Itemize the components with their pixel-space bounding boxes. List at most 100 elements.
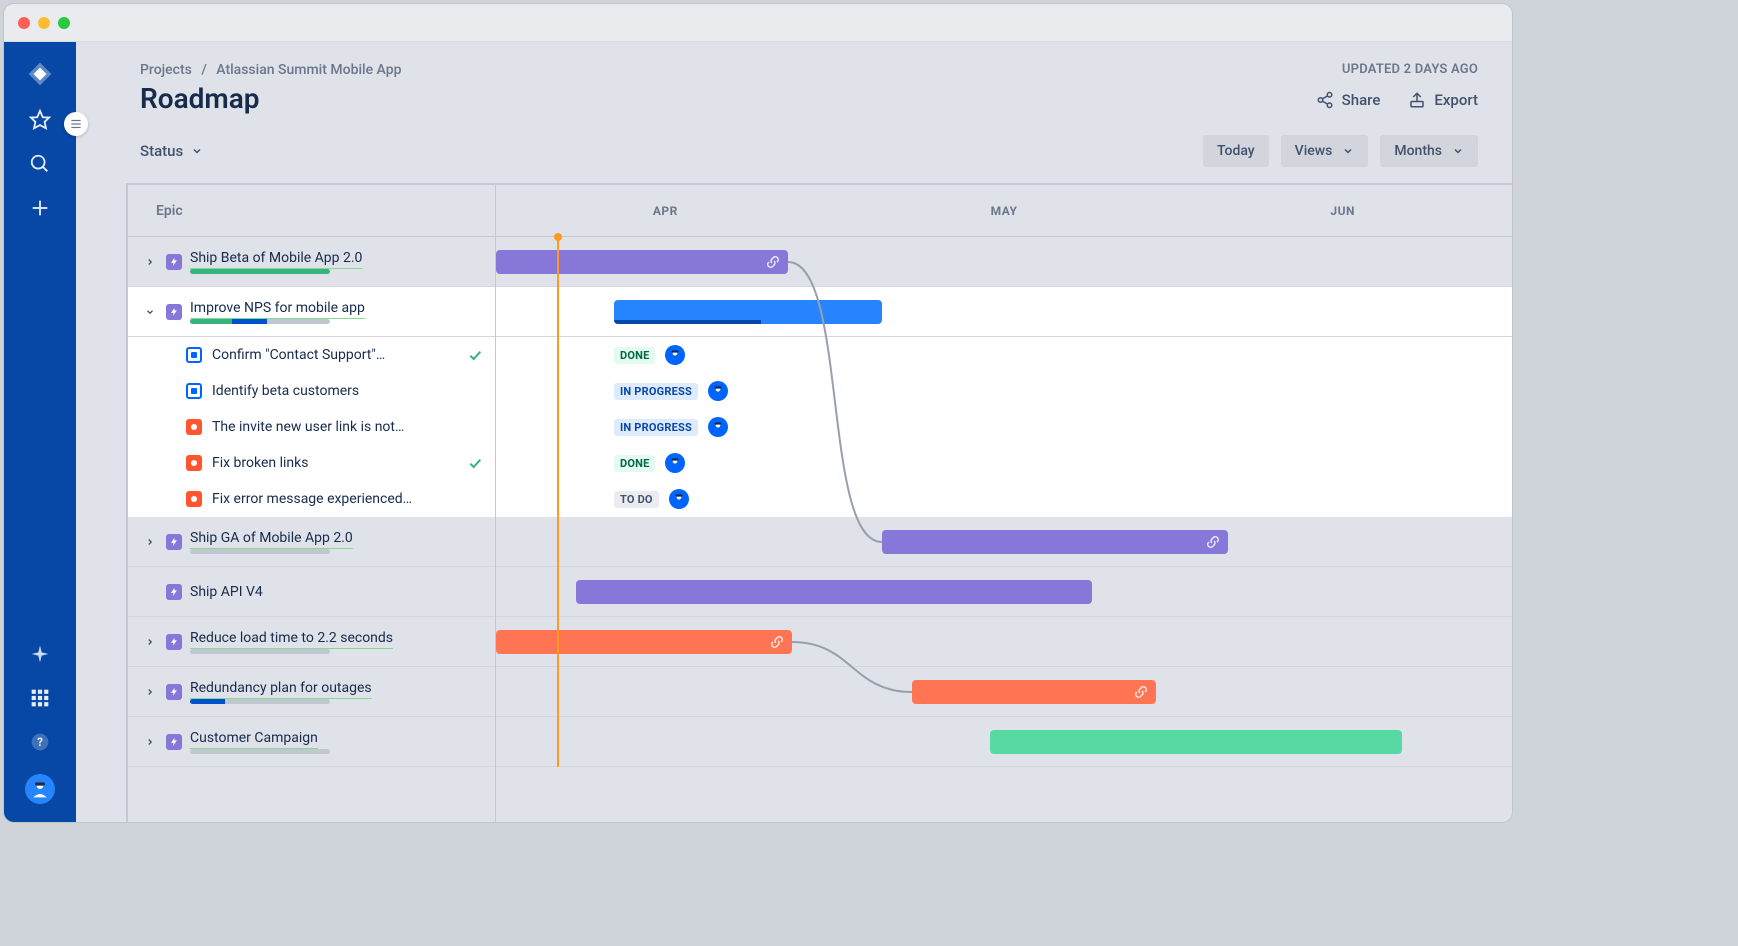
- assignee-avatar[interactable]: [669, 489, 689, 509]
- task-row[interactable]: Identify beta customers: [128, 373, 495, 409]
- timeline-lane[interactable]: [496, 717, 1512, 767]
- task-lane: IN PROGRESS: [496, 373, 1512, 409]
- epic-progress: [190, 649, 330, 654]
- window-minimize[interactable]: [38, 17, 50, 29]
- epic-progress: [190, 699, 330, 704]
- task-lane: DONE: [496, 337, 1512, 373]
- profile-avatar[interactable]: [25, 774, 55, 804]
- export-button[interactable]: Export: [1408, 91, 1478, 109]
- link-icon: [1134, 685, 1148, 699]
- status-filter[interactable]: Status: [140, 142, 203, 160]
- epic-row[interactable]: Improve NPS for mobile app: [128, 287, 495, 337]
- story-icon: [186, 347, 202, 363]
- timeline[interactable]: APRMAYJUN DONE IN PROGRESS IN PROGRESS DONE…: [496, 185, 1512, 822]
- expand-toggle[interactable]: [142, 737, 158, 747]
- task-lane: IN PROGRESS: [496, 409, 1512, 445]
- month-header: MAY: [835, 185, 1174, 236]
- task-row[interactable]: The invite new user link is not…: [128, 409, 495, 445]
- epic-progress: [190, 319, 330, 324]
- collapse-sidebar-button[interactable]: [64, 112, 88, 136]
- link-icon: [770, 635, 784, 649]
- main-content: Projects / Atlassian Summit Mobile App R…: [76, 42, 1512, 822]
- task-title: Fix broken links: [212, 455, 457, 471]
- expand-toggle[interactable]: [142, 687, 158, 697]
- done-check-icon: [467, 455, 483, 471]
- range-dropdown[interactable]: Months: [1380, 135, 1478, 167]
- help-icon[interactable]: ?: [28, 730, 52, 754]
- expand-toggle[interactable]: [142, 537, 158, 547]
- timeline-lane[interactable]: [496, 667, 1512, 717]
- epic-bar[interactable]: [990, 730, 1402, 754]
- timeline-lane[interactable]: [496, 287, 1512, 337]
- global-sidebar: ?: [4, 42, 76, 822]
- task-row[interactable]: Fix broken links: [128, 445, 495, 481]
- epic-bar[interactable]: [882, 530, 1228, 554]
- epic-row[interactable]: Redundancy plan for outages: [128, 667, 495, 717]
- epic-column: Epic Ship Beta of Mobile App 2.0Improve …: [128, 185, 496, 822]
- app-window: ? Projects / Atlassian Summit Mobile App: [4, 4, 1512, 822]
- epic-title: Customer Campaign: [190, 730, 483, 746]
- roadmap-grid: Epic Ship Beta of Mobile App 2.0Improve …: [126, 183, 1512, 822]
- timeline-lane[interactable]: [496, 567, 1512, 617]
- app-switcher-icon[interactable]: [28, 686, 52, 710]
- timeline-lane[interactable]: [496, 617, 1512, 667]
- search-icon[interactable]: [28, 152, 52, 176]
- epic-progress: [190, 549, 330, 554]
- epic-bar[interactable]: [912, 680, 1156, 704]
- epic-bar[interactable]: [496, 250, 788, 274]
- share-button[interactable]: Share: [1316, 91, 1381, 109]
- bug-icon: [186, 419, 202, 435]
- epic-type-icon: [166, 534, 182, 550]
- today-marker: [557, 237, 559, 767]
- breadcrumb-project[interactable]: Atlassian Summit Mobile App: [216, 62, 401, 78]
- expand-toggle[interactable]: [142, 307, 158, 317]
- epic-type-icon: [166, 304, 182, 320]
- bug-icon: [186, 455, 202, 471]
- expand-toggle[interactable]: [142, 637, 158, 647]
- window-close[interactable]: [18, 17, 30, 29]
- star-icon[interactable]: [28, 108, 52, 132]
- views-dropdown[interactable]: Views: [1281, 135, 1369, 167]
- page-title: Roadmap: [140, 82, 401, 115]
- assignee-avatar[interactable]: [708, 417, 728, 437]
- titlebar: [4, 4, 1512, 42]
- epic-row[interactable]: Ship GA of Mobile App 2.0: [128, 517, 495, 567]
- epic-row[interactable]: Ship API V4: [128, 567, 495, 617]
- timeline-header: APRMAYJUN: [496, 185, 1512, 237]
- link-icon: [766, 255, 780, 269]
- svg-text:?: ?: [37, 735, 43, 749]
- status-badge: TO DO: [614, 491, 659, 508]
- task-lane: DONE: [496, 445, 1512, 481]
- epic-bar[interactable]: [614, 300, 882, 324]
- assignee-avatar[interactable]: [665, 345, 685, 365]
- expand-toggle[interactable]: [142, 257, 158, 267]
- epic-bar[interactable]: [576, 580, 1092, 604]
- epic-title: Redundancy plan for outages: [190, 680, 483, 696]
- window-maximize[interactable]: [58, 17, 70, 29]
- status-badge: DONE: [614, 347, 655, 364]
- epic-type-icon: [166, 584, 182, 600]
- timeline-lane[interactable]: [496, 237, 1512, 287]
- task-lane: TO DO: [496, 481, 1512, 517]
- task-title: Confirm "Contact Support"…: [212, 347, 457, 363]
- timeline-lane[interactable]: [496, 517, 1512, 567]
- task-row[interactable]: Confirm "Contact Support"…: [128, 337, 495, 373]
- epic-row[interactable]: Ship Beta of Mobile App 2.0: [128, 237, 495, 287]
- assignee-avatar[interactable]: [665, 453, 685, 473]
- chevron-down-icon: [1342, 145, 1354, 157]
- assignee-avatar[interactable]: [708, 381, 728, 401]
- notifications-icon[interactable]: [28, 642, 52, 666]
- task-row[interactable]: Fix error message experienced…: [128, 481, 495, 517]
- epic-bar[interactable]: [496, 630, 792, 654]
- epic-row[interactable]: Reduce load time to 2.2 seconds: [128, 617, 495, 667]
- epic-row[interactable]: Customer Campaign: [128, 717, 495, 767]
- today-button[interactable]: Today: [1203, 135, 1269, 167]
- epic-title: Ship API V4: [190, 584, 483, 600]
- epic-title: Improve NPS for mobile app: [190, 300, 483, 316]
- chevron-down-icon: [191, 145, 203, 157]
- create-icon[interactable]: [28, 196, 52, 220]
- status-badge: IN PROGRESS: [614, 419, 698, 436]
- epic-title: Ship GA of Mobile App 2.0: [190, 530, 483, 546]
- breadcrumb-root[interactable]: Projects: [140, 62, 192, 78]
- jira-logo-icon[interactable]: [26, 60, 54, 88]
